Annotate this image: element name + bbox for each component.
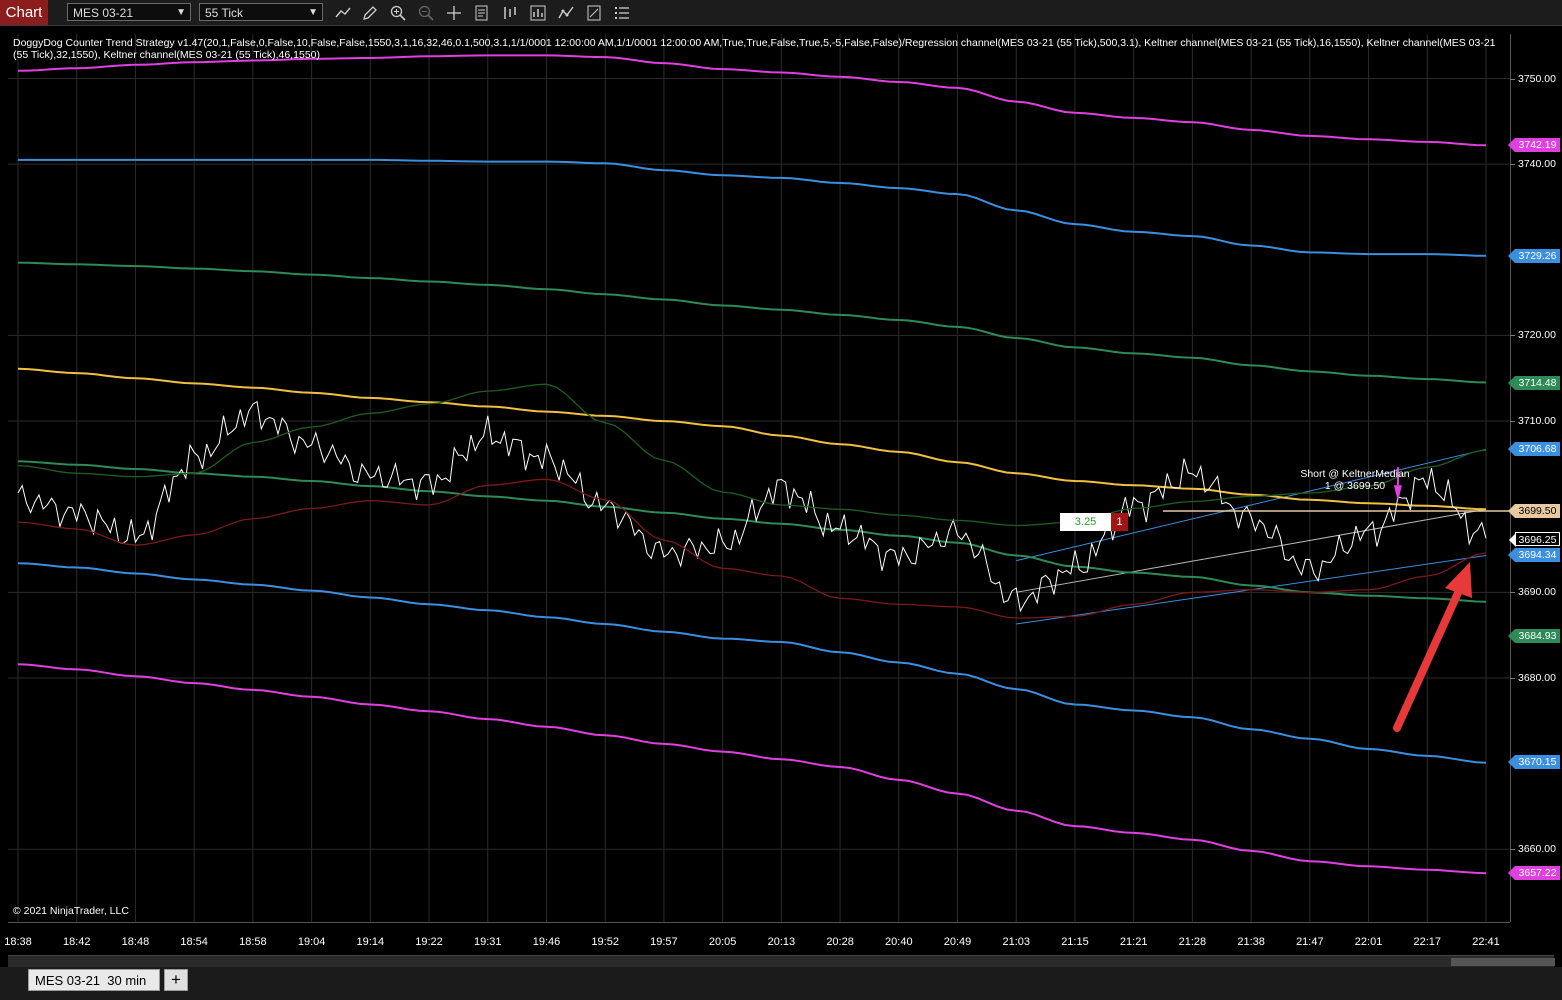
price-marker-label: 3742.19 (1508, 138, 1560, 153)
y-tick-mark (1510, 677, 1515, 679)
data-series-icon[interactable] (500, 3, 520, 22)
y-tick-label: 3750.00 (1518, 72, 1556, 85)
y-tick-label: 3740.00 (1518, 158, 1556, 171)
interval-selector[interactable]: 55 Tick ▼ (199, 3, 323, 21)
scrollbar-thumb[interactable] (1451, 958, 1555, 966)
price-marker-label: 3696.25 (1509, 531, 1560, 547)
tab-mes-30min[interactable]: MES 03-21 30 min (28, 969, 160, 991)
chevron-down-icon: ▼ (308, 7, 318, 18)
price-marker-label: 3714.48 (1508, 375, 1560, 390)
x-tick-label: 21:47 (1296, 936, 1324, 948)
strategy-legend: DoggyDog Counter Trend Strategy v1.47(20… (13, 37, 1496, 61)
crosshair-icon[interactable] (444, 3, 464, 22)
chart-plot-area[interactable] (8, 34, 1510, 922)
x-tick-label: 20:28 (826, 936, 854, 948)
y-tick-mark (1510, 78, 1515, 80)
series-line-mid-lower (17, 562, 1487, 764)
y-axis-border (1510, 34, 1511, 922)
position-quantity: 1 (1111, 513, 1128, 531)
x-tick-label: 22:17 (1413, 936, 1442, 948)
x-tick-label: 21:28 (1178, 936, 1207, 948)
price-marker-label: 3699.50 (1508, 503, 1560, 518)
y-tick-label: 3660.00 (1518, 843, 1556, 856)
x-tick-label: 19:52 (591, 936, 619, 948)
series-line-mid-upper (18, 158, 1487, 257)
price-marker-label: 3684.93 (1508, 628, 1560, 643)
x-tick-label: 18:38 (4, 936, 32, 948)
series-line-price (17, 400, 1487, 613)
x-tick-label: 19:46 (532, 936, 561, 948)
series-line-outer-upper (17, 54, 1487, 147)
position-pnl: 3.25 (1060, 513, 1111, 531)
x-tick-label: 22:41 (1472, 936, 1500, 948)
properties-icon[interactable] (472, 3, 492, 22)
price-marker-label: 3657.22 (1508, 866, 1560, 881)
series-line-inner-upper (17, 261, 1487, 384)
x-tick-label: 19:04 (297, 936, 326, 948)
series-line-regression-mid (17, 367, 1487, 511)
price-marker-label: 3694.34 (1508, 548, 1560, 563)
y-tick-mark (1510, 849, 1515, 851)
y-tick-label: 3720.00 (1518, 329, 1556, 342)
x-tick-label: 19:57 (650, 936, 678, 948)
x-tick-label: 19:31 (473, 936, 502, 948)
strategies-icon[interactable] (556, 3, 576, 22)
short-entry-label-line1: Short @ KeltnerMedian (1300, 468, 1410, 480)
zoom-out-icon[interactable] (416, 3, 436, 22)
x-tick-label: 21:38 (1237, 936, 1265, 948)
x-tick-label: 22:01 (1354, 936, 1383, 948)
price-marker-label: 3670.15 (1508, 755, 1560, 770)
x-tick-label: 18:58 (239, 936, 267, 948)
toolbar: Chart MES 03-21 ▼ 55 Tick ▼ (0, 0, 1562, 26)
bottom-tab-bar: MES 03-21 30 min + (0, 967, 1562, 1000)
short-entry-label: Short @ KeltnerMedian 1 @ 3699.50 (1290, 468, 1420, 492)
line-chart-icon[interactable] (333, 3, 353, 22)
x-tick-label: 20:13 (767, 936, 796, 948)
pencil-icon[interactable] (360, 3, 380, 22)
indicators-icon[interactable] (528, 3, 548, 22)
x-tick-label: 18:48 (121, 936, 150, 948)
zoom-in-icon[interactable] (388, 3, 408, 22)
price-marker-label: 3729.26 (1508, 249, 1560, 264)
copyright-text: © 2021 NinjaTrader, LLC (13, 905, 129, 917)
instrument-selector[interactable]: MES 03-21 ▼ (67, 3, 191, 21)
x-tick-label: 18:42 (62, 936, 91, 948)
instrument-label: MES 03-21 (73, 6, 134, 20)
x-tick-label: 19:22 (415, 936, 443, 948)
y-tick-mark (1510, 592, 1515, 594)
list-icon[interactable] (612, 3, 632, 22)
position-marker[interactable]: 3.25 1 (1060, 513, 1128, 531)
y-tick-label: 3710.00 (1518, 415, 1556, 428)
x-tick-label: 20:40 (885, 936, 913, 948)
x-tick-label: 21:03 (1002, 936, 1030, 948)
x-tick-label: 18:54 (180, 936, 208, 948)
x-tick-label: 19:14 (356, 936, 385, 948)
x-tick-label: 20:05 (708, 936, 737, 948)
chart-svg (8, 34, 1510, 922)
x-axis[interactable]: 18:38 18:42 18:48 18:54 18:58 19:04 19:14 19:22… (4, 922, 1510, 955)
y-tick-mark (1510, 164, 1515, 166)
chevron-down-icon: ▼ (176, 7, 186, 18)
x-tick-label: 21:21 (1119, 936, 1148, 948)
y-tick-mark (1510, 421, 1515, 423)
y-tick-label: 3680.00 (1518, 671, 1556, 684)
y-tick-label: 3690.00 (1518, 586, 1556, 599)
y-tick-mark (1510, 335, 1515, 337)
series-line-outer-lower (17, 663, 1487, 875)
add-tab-button[interactable]: + (164, 969, 188, 991)
series-line-ma-dark-green (17, 383, 1487, 527)
short-entry-label-line2: 1 @ 3699.50 (1324, 480, 1386, 492)
annotation-arrow-shaft (1393, 580, 1466, 732)
interval-label: 55 Tick (205, 6, 244, 20)
chart-tab[interactable]: Chart (0, 0, 48, 25)
price-marker-label: 3706.68 (1508, 442, 1560, 457)
x-tick-label: 21:15 (1061, 936, 1089, 948)
templates-icon[interactable] (584, 3, 604, 22)
x-tick-label: 20:49 (943, 936, 972, 948)
